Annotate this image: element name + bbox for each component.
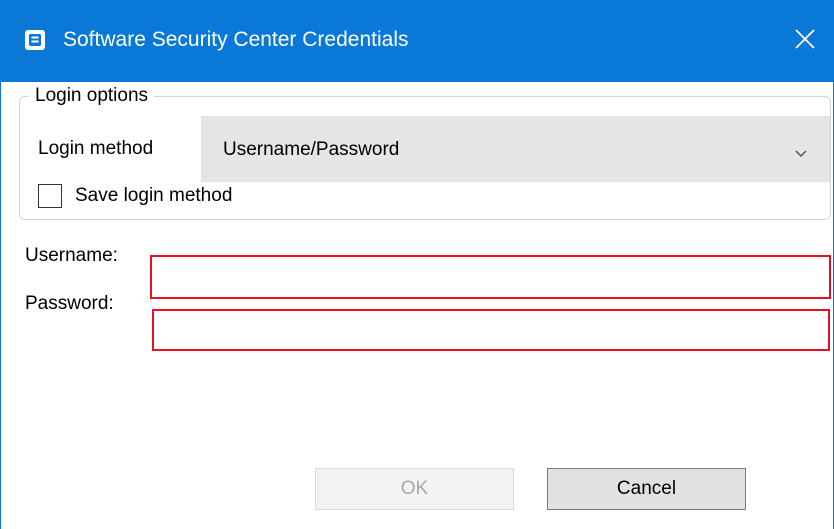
username-input[interactable] <box>150 255 831 299</box>
save-login-method-label[interactable]: Save login method <box>75 182 232 210</box>
login-options-legend: Login options <box>29 83 155 109</box>
close-icon <box>795 29 815 49</box>
cancel-button[interactable]: Cancel <box>547 468 746 510</box>
ok-button[interactable]: OK <box>315 468 514 510</box>
username-label: Username: <box>25 245 118 266</box>
login-method-value: Username/Password <box>223 139 400 160</box>
save-login-method-checkbox[interactable] <box>38 184 62 208</box>
credentials-dialog: Software Security Center Credentials Log… <box>0 0 834 529</box>
app-icon <box>25 30 45 50</box>
title-bar[interactable]: Software Security Center Credentials <box>1 0 834 82</box>
login-method-select[interactable]: Username/Password <box>201 116 830 182</box>
window-title: Software Security Center Credentials <box>63 28 409 51</box>
password-input[interactable] <box>152 309 830 351</box>
chevron-down-icon <box>795 145 807 163</box>
login-method-label: Login method <box>38 138 154 159</box>
password-label: Password: <box>25 293 114 314</box>
close-button[interactable] <box>769 0 834 82</box>
